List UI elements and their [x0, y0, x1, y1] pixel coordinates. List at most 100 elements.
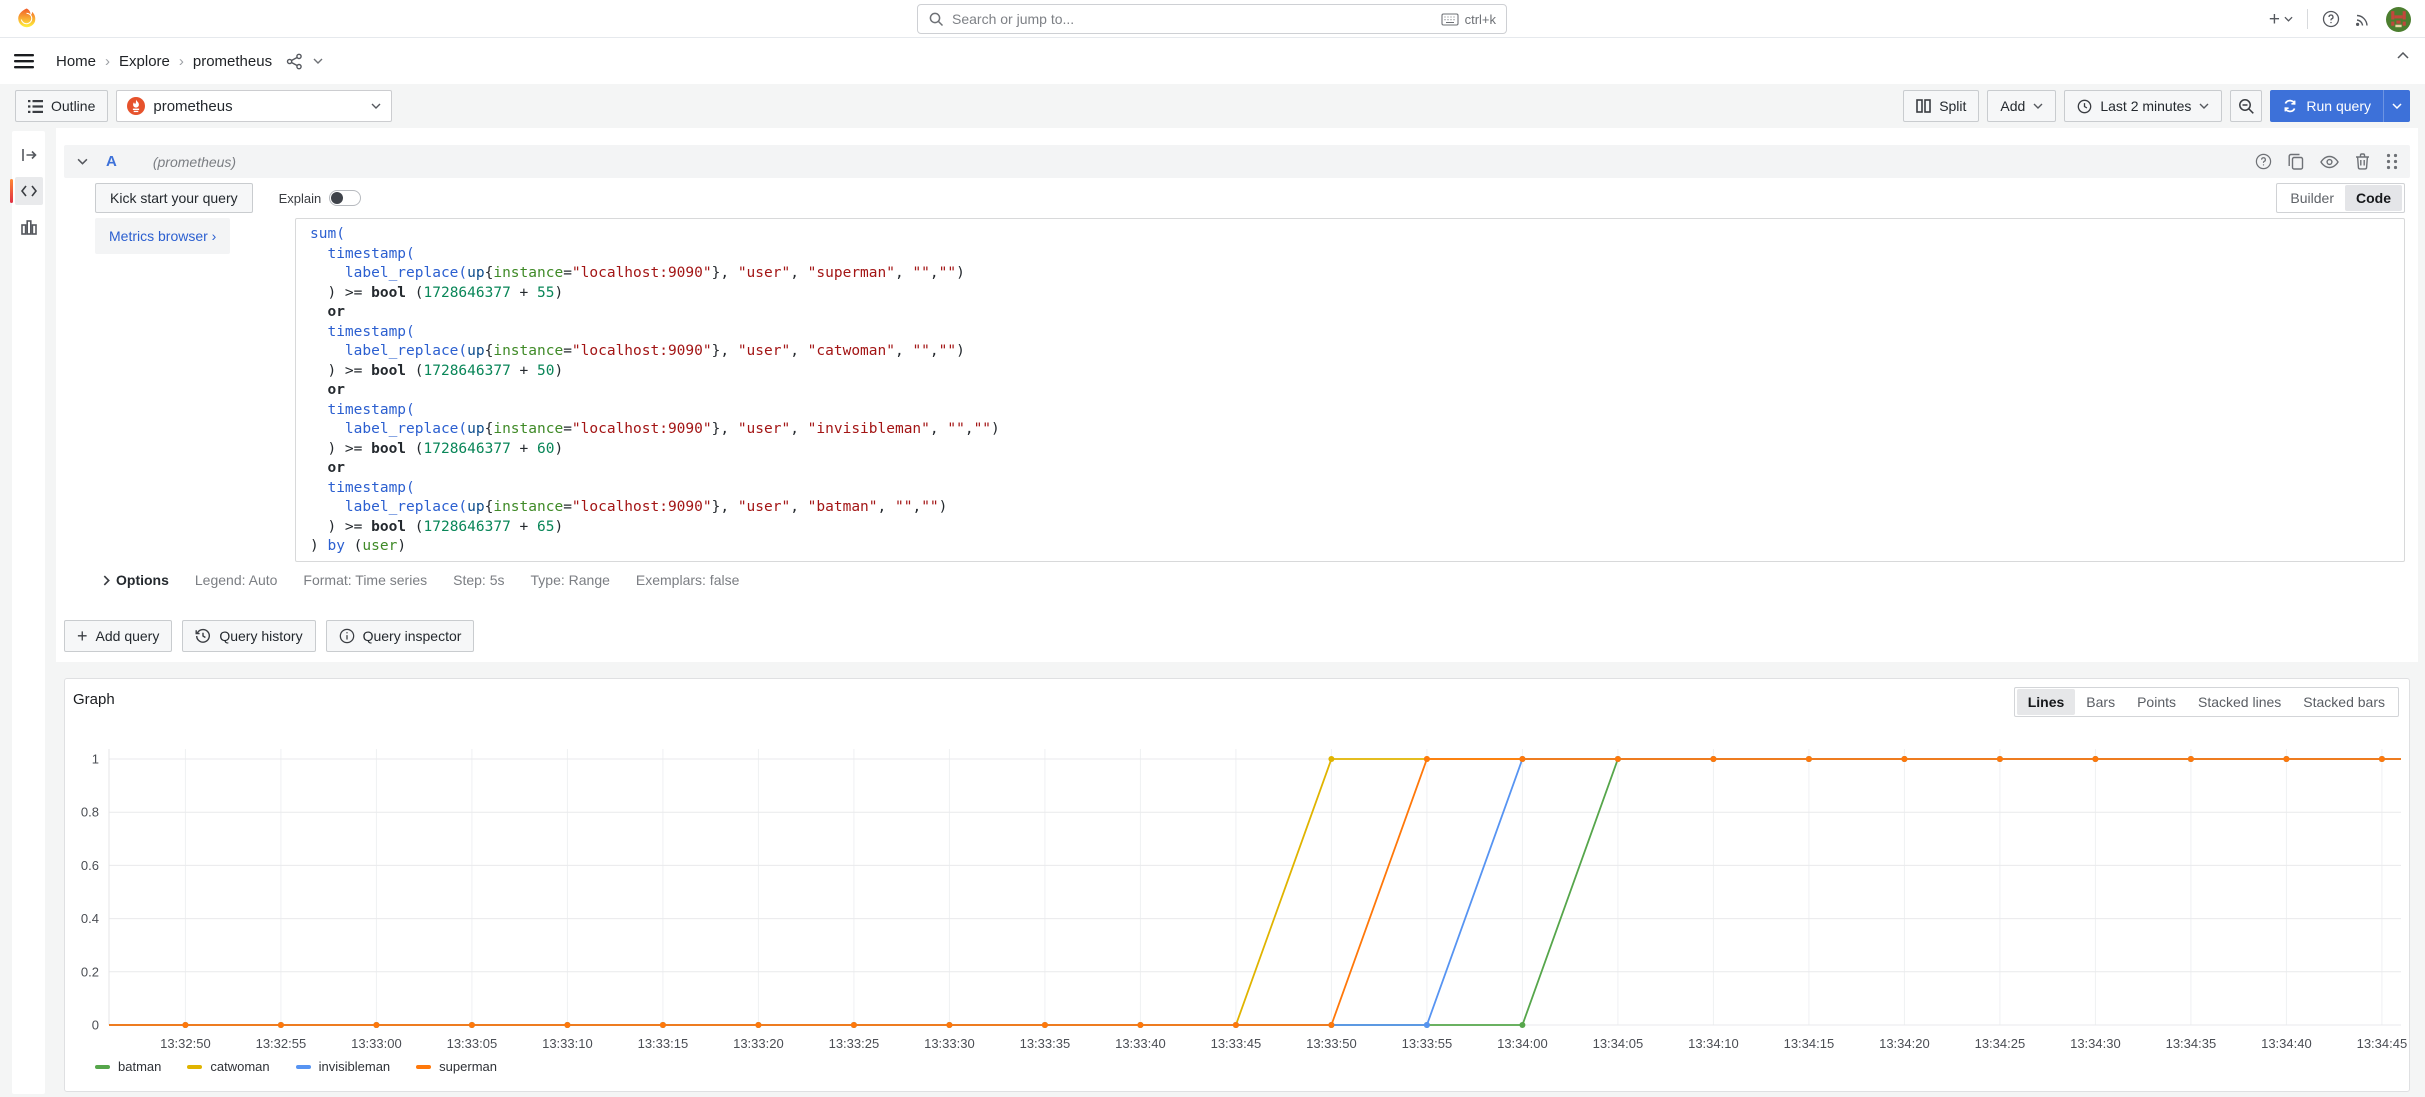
duplicate-icon[interactable]	[2288, 153, 2304, 170]
code-line[interactable]: ) >= bool (1728646377 + 65)	[310, 518, 2404, 538]
series-point-superman	[2092, 756, 2098, 762]
graph-mode-points[interactable]: Points	[2126, 689, 2187, 715]
chevron-right-icon	[103, 575, 110, 586]
code-line[interactable]: timestamp(	[310, 323, 2404, 343]
svg-text:13:34:35: 13:34:35	[2166, 1036, 2217, 1051]
legend-item-catwoman[interactable]: catwoman	[187, 1059, 269, 1074]
split-button[interactable]: Split	[1903, 90, 1979, 122]
editor-mode-code[interactable]: Code	[2345, 185, 2402, 211]
add-button[interactable]: Add	[1987, 90, 2056, 122]
series-point-superman	[1519, 756, 1525, 762]
chevron-down-icon[interactable]	[313, 58, 323, 64]
run-query-button[interactable]: Run query	[2270, 90, 2410, 122]
code-line[interactable]: label_replace(up{instance="localhost:909…	[310, 342, 2404, 362]
grafana-logo[interactable]	[15, 7, 38, 30]
chevron-down-icon	[2199, 103, 2209, 109]
outline-expand-button[interactable]	[15, 141, 43, 169]
code-line[interactable]: ) >= bool (1728646377 + 60)	[310, 440, 2404, 460]
keyboard-icon	[1441, 13, 1459, 26]
query-datasource-hint: (prometheus)	[153, 154, 236, 170]
breadcrumb-home[interactable]: Home	[56, 53, 96, 70]
share-icon[interactable]	[286, 53, 303, 70]
breadcrumb-explore[interactable]: Explore	[119, 53, 170, 70]
explore-content: A (prometheus) Kick start your query Exp…	[0, 128, 2425, 1097]
series-point-superman	[755, 1022, 761, 1028]
code-line[interactable]: timestamp(	[310, 245, 2404, 265]
svg-text:0.6: 0.6	[81, 858, 99, 873]
graph-mode-tabs: LinesBarsPointsStacked linesStacked bars	[2014, 687, 2399, 717]
code-line[interactable]: sum(	[310, 225, 2404, 245]
zoom-out-button[interactable]	[2230, 90, 2262, 122]
svg-text:1: 1	[92, 752, 99, 767]
search-shortcut: ctrl+k	[1465, 12, 1496, 27]
breadcrumb-page: prometheus	[193, 53, 272, 70]
query-history-button[interactable]: Query history	[182, 620, 315, 652]
graph-mode-bars[interactable]: Bars	[2075, 689, 2126, 715]
outline-queries-item[interactable]	[15, 177, 43, 205]
options-label[interactable]: Options	[116, 572, 169, 588]
code-line[interactable]: ) >= bool (1728646377 + 55)	[310, 284, 2404, 304]
graph-svg[interactable]: 13:32:5013:32:5513:33:0013:33:0513:33:10…	[69, 735, 2407, 1057]
query-options-row[interactable]: Options Legend: Auto Format: Time series…	[103, 572, 739, 588]
new-menu-button[interactable]: +	[2269, 10, 2293, 29]
search-input[interactable]	[952, 11, 1441, 27]
drag-handle-icon[interactable]	[2386, 153, 2398, 170]
code-line[interactable]: ) by (user)	[310, 537, 2404, 557]
outline-button[interactable]: Outline	[15, 90, 108, 122]
eye-icon[interactable]	[2320, 155, 2339, 169]
explain-toggle[interactable]	[329, 190, 361, 206]
query-ref-id[interactable]: A	[106, 153, 117, 170]
news-icon[interactable]	[2354, 10, 2372, 28]
top-bar: ctrl+k +	[0, 0, 2425, 38]
graph-mode-lines[interactable]: Lines	[2017, 689, 2076, 715]
svg-text:13:33:55: 13:33:55	[1402, 1036, 1453, 1051]
chevron-down-icon	[2033, 103, 2043, 109]
code-editor[interactable]: sum( timestamp( label_replace(up{instanc…	[295, 218, 2405, 562]
svg-text:0.8: 0.8	[81, 805, 99, 820]
series-point-superman	[564, 1022, 570, 1028]
query-help-icon[interactable]	[2255, 153, 2272, 170]
editor-mode-builder[interactable]: Builder	[2279, 185, 2345, 211]
series-point-superman	[2379, 756, 2385, 762]
add-query-button[interactable]: + Add query	[64, 620, 172, 652]
legend-label: invisibleman	[319, 1059, 391, 1074]
code-line[interactable]: label_replace(up{instance="localhost:909…	[310, 498, 2404, 518]
run-query-caret[interactable]	[2383, 90, 2410, 122]
avatar[interactable]	[2386, 7, 2411, 32]
code-line[interactable]: or	[310, 381, 2404, 401]
content-outline-rail	[12, 131, 45, 1094]
legend-swatch	[187, 1065, 202, 1069]
query-inspector-button[interactable]: Query inspector	[326, 620, 475, 652]
svg-text:13:34:10: 13:34:10	[1688, 1036, 1739, 1051]
code-line[interactable]: label_replace(up{instance="localhost:909…	[310, 264, 2404, 284]
legend-item-batman[interactable]: batman	[95, 1059, 161, 1074]
code-line[interactable]: or	[310, 303, 2404, 323]
datasource-picker[interactable]: prometheus	[116, 90, 392, 122]
time-range-picker[interactable]: Last 2 minutes	[2064, 90, 2222, 122]
svg-text:13:33:45: 13:33:45	[1211, 1036, 1262, 1051]
query-row-header[interactable]: A (prometheus)	[64, 145, 2410, 178]
clock-icon	[2077, 99, 2092, 114]
outline-graph-item[interactable]	[15, 213, 43, 241]
chevron-down-icon[interactable]	[77, 158, 88, 165]
code-line[interactable]: label_replace(up{instance="localhost:909…	[310, 420, 2404, 440]
series-point-superman	[182, 1022, 188, 1028]
code-line[interactable]: or	[310, 459, 2404, 479]
graph-mode-stacked-lines[interactable]: Stacked lines	[2187, 689, 2292, 715]
code-line[interactable]: ) >= bool (1728646377 + 50)	[310, 362, 2404, 382]
code-line[interactable]: timestamp(	[310, 401, 2404, 421]
legend-item-superman[interactable]: superman	[416, 1059, 497, 1074]
kick-start-button[interactable]: Kick start your query	[95, 183, 253, 213]
collapse-top-icon[interactable]	[2397, 52, 2409, 59]
trash-icon[interactable]	[2355, 153, 2370, 170]
graph-mode-stacked-bars[interactable]: Stacked bars	[2292, 689, 2396, 715]
metrics-browser-button[interactable]: Metrics browser ›	[95, 218, 230, 254]
menu-icon[interactable]	[14, 54, 34, 69]
series-point-invisibleman	[1424, 1022, 1430, 1028]
svg-text:13:32:55: 13:32:55	[256, 1036, 307, 1051]
search-box[interactable]: ctrl+k	[917, 4, 1507, 34]
legend-label: batman	[118, 1059, 161, 1074]
help-icon[interactable]	[2322, 10, 2340, 28]
legend-item-invisibleman[interactable]: invisibleman	[296, 1059, 391, 1074]
code-line[interactable]: timestamp(	[310, 479, 2404, 499]
